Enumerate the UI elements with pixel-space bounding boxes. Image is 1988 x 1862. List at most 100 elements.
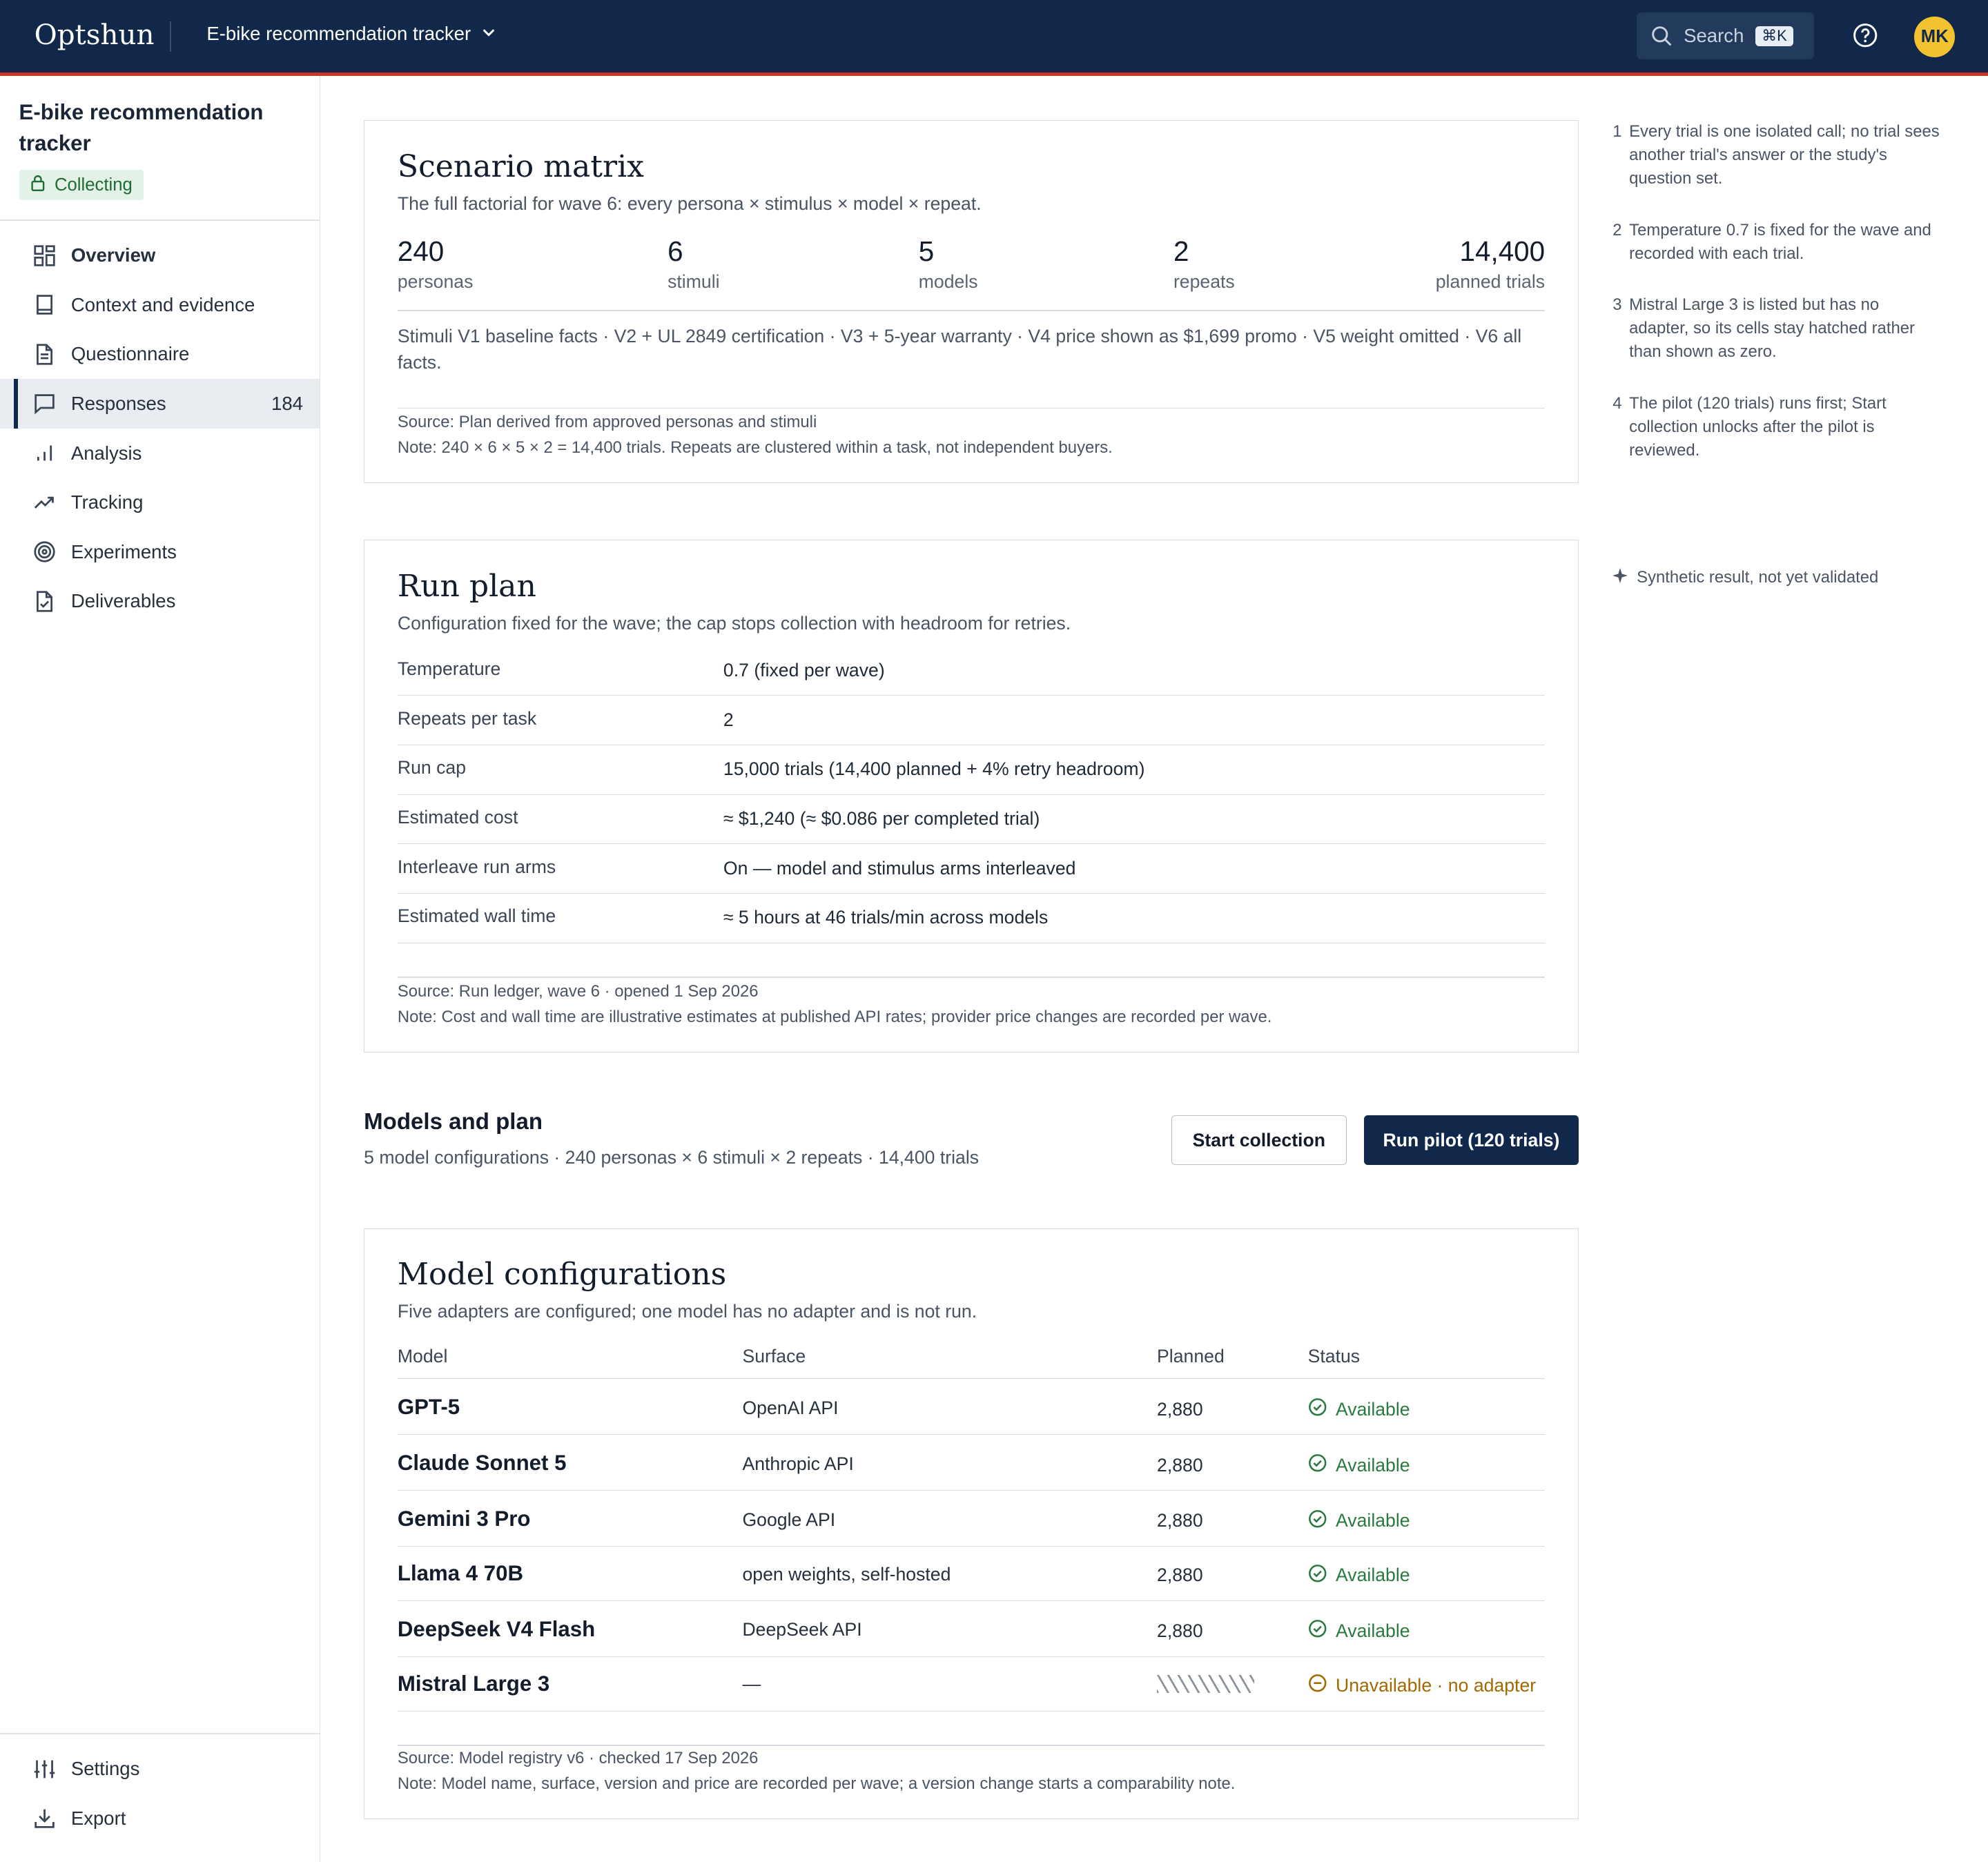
brand-logo[interactable]: Optshun [35,18,155,51]
help-icon[interactable] [1851,21,1879,49]
sidebar-item-responses[interactable]: Responses 184 [0,379,320,429]
note-text: Note: 240 × 6 × 5 × 2 = 14,400 trials. R… [397,438,1113,457]
sidebar-item-deliverables[interactable]: Deliverables [0,577,320,627]
chat-icon [32,391,57,417]
note-number: 2 [1612,220,1622,239]
sparkle-icon [1612,567,1628,588]
model-configurations-card: Model configurations Five adapters are c… [364,1228,1579,1819]
sidebar: E-bike recommendation tracker Collecting… [0,76,320,1862]
scenario-matrix-card: Scenario matrix The full factorial for w… [364,120,1579,483]
card-subtitle: Five adapters are configured; one model … [397,1301,977,1322]
divider [397,407,1546,409]
column-header-planned: Planned [1157,1345,1225,1366]
divider [397,977,1546,979]
status-cell: Available [1308,1564,1410,1588]
sidebar-item-label: Questionnaire [70,343,190,365]
planned-count: 2,880 [1157,1620,1203,1642]
model-surface: Google API [742,1509,836,1530]
stat-value: 14,400 [1459,235,1546,267]
row-key: Estimated cost [397,807,518,828]
run-plan-row: Repeats per task 2 [397,695,1546,746]
sidebar-nav: Overview Context and evidence Questionna… [0,231,320,626]
sidebar-item-analysis[interactable]: Analysis [0,429,320,478]
table-row[interactable]: GPT-5 OpenAI API 2,880 Available [397,1380,1546,1435]
check-circle-icon [1308,1564,1327,1588]
column-header-model: Model [397,1345,448,1366]
run-pilot-button[interactable]: Run pilot (120 trials) [1364,1115,1579,1165]
model-name: DeepSeek V4 Flash [397,1616,596,1641]
status-cell: Available [1308,1453,1410,1478]
check-circle-icon [1308,1398,1327,1422]
row-value: 2 [723,709,734,730]
stat-models: 5 models [919,235,978,293]
model-surface: — [742,1674,761,1695]
row-value: 15,000 trials (14,400 planned + 4% retry… [723,758,1145,780]
sidebar-item-tracking[interactable]: Tracking [0,478,320,527]
model-name: Claude Sonnet 5 [397,1451,567,1476]
synthetic-result-label: Synthetic result, not yet validated [1612,567,1879,588]
model-name: Mistral Large 3 [397,1671,550,1696]
sidebar-item-export[interactable]: Export [0,1794,320,1843]
stat-value: 240 [397,235,445,267]
table-row[interactable]: Mistral Large 3 — Unavailable · no adapt… [397,1656,1546,1712]
topbar-divider [170,21,171,52]
note-number: 1 [1612,122,1622,141]
avatar[interactable]: MK [1914,16,1956,57]
table-row[interactable]: DeepSeek V4 Flash DeepSeek API 2,880 Ava… [397,1602,1546,1657]
bar-chart-icon [32,440,57,466]
sidebar-item-settings[interactable]: Settings [0,1744,320,1794]
sidebar-divider [0,1732,320,1734]
project-switcher[interactable]: E-bike recommendation tracker [206,23,496,45]
row-key: Temperature [397,658,501,680]
source-text: Source: Plan derived from approved perso… [397,413,817,432]
hatched-planned-cell [1157,1675,1255,1693]
status-text: Available [1336,1454,1410,1476]
card-title: Run plan [397,568,536,604]
section-title: Models and plan [364,1109,543,1135]
card-title: Model configurations [397,1257,727,1293]
row-value: ≈ $1,240 (≈ $0.086 per completed trial) [723,807,1040,829]
note-text: Note: Model name, surface, version and p… [397,1774,1236,1793]
run-plan-row: Estimated cost ≈ $1,240 (≈ $0.086 per co… [397,794,1546,845]
minus-circle-icon [1308,1674,1327,1698]
sidebar-item-overview[interactable]: Overview [0,231,320,280]
synthetic-text: Synthetic result, not yet validated [1637,568,1879,587]
chevron-down-icon [481,23,496,45]
status-cell: Available [1308,1398,1410,1422]
row-key: Run cap [397,757,467,778]
table-row[interactable]: Claude Sonnet 5 Anthropic API 2,880 Avai… [397,1435,1546,1491]
sidebar-item-label: Context and evidence [70,293,255,315]
stat-label: models [918,271,978,293]
stat-value: 6 [667,235,683,267]
check-circle-icon [1308,1619,1327,1643]
table-row[interactable]: Llama 4 70B open weights, self-hosted 2,… [397,1546,1546,1601]
status-cell: Available [1308,1509,1410,1533]
sidebar-item-questionnaire[interactable]: Questionnaire [0,330,320,380]
run-plan-row: Run cap 15,000 trials (14,400 planned + … [397,745,1546,795]
model-name: Llama 4 70B [397,1560,524,1585]
model-surface: Anthropic API [742,1453,854,1474]
sidebar-item-context[interactable]: Context and evidence [0,280,320,330]
start-collection-button[interactable]: Start collection [1171,1115,1347,1165]
status-text: Available [1336,1398,1410,1420]
planned-count: 2,880 [1157,1454,1203,1476]
row-key: Estimated wall time [397,905,556,927]
row-key: Interleave run arms [397,856,556,877]
row-value: ≈ 5 hours at 46 trials/min across models [723,907,1049,928]
card-title: Scenario matrix [397,148,645,184]
search-button[interactable]: Search ⌘K [1637,12,1815,60]
note-number: 4 [1612,393,1622,413]
stat-stimuli: 6 stimuli [667,235,719,293]
target-icon [32,539,57,565]
stat-label: planned trials [1435,271,1546,293]
stat-label: repeats [1173,271,1235,293]
divider [397,310,1546,311]
note-text: The pilot (120 trials) runs first; Start… [1629,393,1887,460]
note-number: 3 [1612,295,1622,315]
margin-note: 1 Every trial is one isolated call; no t… [1610,120,1940,190]
run-plan-row: Estimated wall time ≈ 5 hours at 46 tria… [397,893,1546,943]
lock-icon [29,174,47,197]
table-row[interactable]: Gemini 3 Pro Google API 2,880 Available [397,1491,1546,1547]
top-bar: Optshun E-bike recommendation tracker Se… [0,0,1988,76]
sidebar-item-experiments[interactable]: Experiments [0,527,320,577]
